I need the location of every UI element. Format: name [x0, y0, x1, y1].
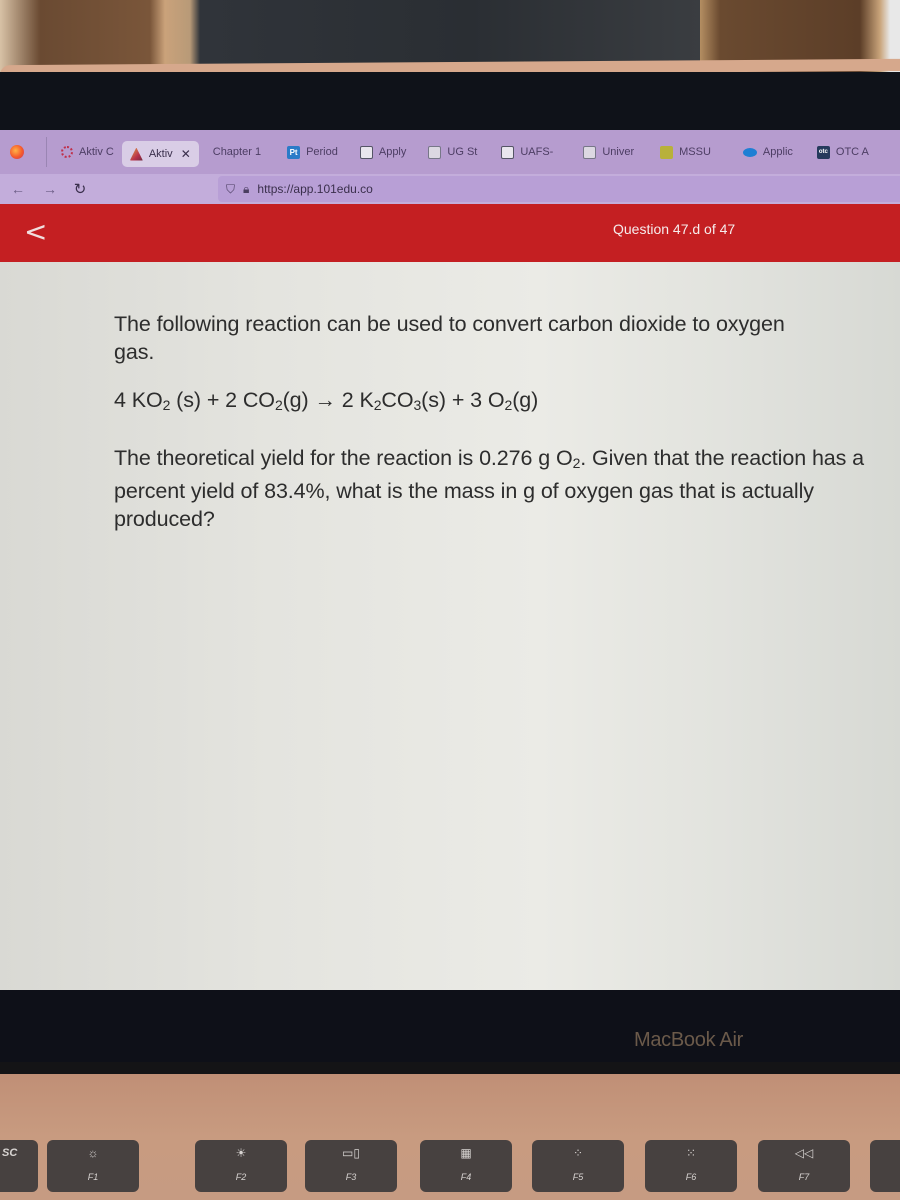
key-f6: ⁙ F6 [645, 1140, 737, 1192]
question-counter: Question 47.d of 47 [613, 221, 736, 237]
question-content: The following reaction can be used to co… [0, 262, 900, 990]
key-f7: ◁◁ F7 [758, 1140, 850, 1192]
aktiv-logo-icon [129, 147, 143, 161]
forward-arrow-icon[interactable]: → [38, 181, 62, 197]
brightness-down-icon: ☼ [87, 1146, 99, 1160]
tab-label: Chapter 1 [212, 146, 262, 158]
crest-icon [359, 145, 373, 159]
tab-label: Univer [602, 146, 635, 158]
mission-control-icon: ▭▯ [342, 1146, 360, 1160]
otc-icon: otc [816, 145, 830, 159]
tab-apply[interactable]: Apply [352, 136, 415, 168]
tab-ug-st[interactable]: UG St [420, 136, 485, 168]
key-f8 [870, 1140, 900, 1192]
navigation-bar: ← → ↻ ⛉ 🔒︎ https://app.101edu.co [0, 174, 900, 204]
key-f3: ▭▯ F3 [305, 1140, 397, 1192]
address-bar[interactable]: ⛉ 🔒︎ https://app.101edu.co [218, 176, 900, 202]
browser-window: Aktiv C Aktiv ✕ Chapter 1 Pt Period Appl… [0, 130, 900, 990]
key-label: F5 [572, 1172, 584, 1182]
tab-periodic[interactable]: Pt Period [279, 136, 346, 168]
lock-icon[interactable]: 🔒︎ [243, 182, 249, 197]
chemical-equation: 4 KO2 (s) + 2 CO2(g) → 2 K2CO3(s) + 3 O2… [114, 386, 814, 419]
key-esc: SC [0, 1140, 38, 1192]
key-f5: ⁘ F5 [532, 1140, 624, 1192]
key-label: F2 [235, 1172, 247, 1182]
key-f1: ☼ F1 [47, 1140, 139, 1192]
equation-text: CO [381, 388, 414, 412]
university-icon [583, 145, 597, 159]
url-text[interactable]: https://app.101edu.co [257, 182, 372, 196]
tab-chapter[interactable]: Chapter 1 [205, 136, 269, 168]
tab-aktiv-c[interactable]: Aktiv C [53, 136, 122, 168]
tab-label: Apply [378, 146, 407, 158]
tab-label: Applic [762, 146, 793, 158]
equation-text: 4 KO [114, 388, 163, 412]
equation-subscript: 2 [274, 397, 283, 413]
tab-label: MSSU [679, 146, 711, 158]
key-f4: ▦ F4 [420, 1140, 512, 1192]
key-label: F6 [685, 1172, 697, 1182]
launchpad-icon: ▦ [460, 1146, 472, 1160]
equation-text: (s) + 2 CO [170, 388, 275, 412]
firefox-icon[interactable] [10, 145, 24, 159]
aktiv-gear-icon [61, 146, 73, 158]
shield-icon[interactable]: ⛉ [226, 182, 235, 197]
key-f2: ☀ F2 [195, 1140, 287, 1192]
tab-univer[interactable]: Univer [575, 136, 642, 168]
tab-label: Aktiv [148, 148, 173, 160]
equation-text: (g) [512, 388, 539, 412]
tab-aktiv-active[interactable]: Aktiv ✕ [121, 141, 199, 167]
reload-icon[interactable]: ↻ [68, 180, 92, 198]
tab-label: OTC A [835, 146, 869, 158]
university-icon [428, 145, 442, 159]
back-arrow-icon[interactable]: ← [6, 181, 30, 197]
brightness-up-icon: ☀ [235, 1146, 247, 1160]
tab-applic[interactable]: Applic [735, 136, 801, 168]
keyboard-light-up-icon: ⁙ [685, 1146, 697, 1160]
keyboard-light-down-icon: ⁘ [572, 1146, 584, 1160]
mssu-icon [660, 145, 674, 159]
salesforce-cloud-icon [742, 147, 757, 157]
tab-mssu[interactable]: MSSU [652, 136, 719, 168]
key-label: F1 [87, 1172, 99, 1182]
key-label: F7 [798, 1172, 810, 1182]
key-label: F3 [345, 1172, 357, 1182]
equation-text: (g) → 2 K [282, 388, 374, 412]
question-header: < Question 47.d of 47 [0, 204, 900, 262]
tab-label: Period [306, 146, 338, 158]
rewind-icon: ◁◁ [794, 1146, 814, 1160]
question-prompt: The theoretical yield for the reaction i… [114, 444, 874, 533]
question-intro: The following reaction can be used to co… [114, 312, 785, 364]
device-brand-label: MacBook Air [634, 1029, 743, 1051]
tab-bar: Aktiv C Aktiv ✕ Chapter 1 Pt Period Appl… [0, 130, 900, 174]
tab-label: UAFS- [520, 146, 554, 158]
screen-bezel-top [0, 72, 900, 132]
tab-separator [46, 137, 47, 167]
tab-label: UG St [447, 146, 478, 158]
key-label: F4 [460, 1172, 472, 1182]
pt-icon: Pt [287, 145, 301, 159]
tab-label: Aktiv C [79, 146, 114, 158]
previous-question-button[interactable]: < [24, 218, 47, 246]
key-label: SC [2, 1147, 18, 1159]
tab-uafs[interactable]: UAFS- [493, 136, 561, 168]
close-tab-icon[interactable]: ✕ [181, 147, 191, 161]
prompt-text: The theoretical yield for the reaction i… [114, 446, 573, 470]
tab-otc[interactable]: otc OTC A [809, 136, 877, 168]
equation-text: (s) + 3 O [421, 388, 505, 412]
bezel-hinge [0, 1062, 900, 1074]
crest-icon [501, 145, 515, 159]
